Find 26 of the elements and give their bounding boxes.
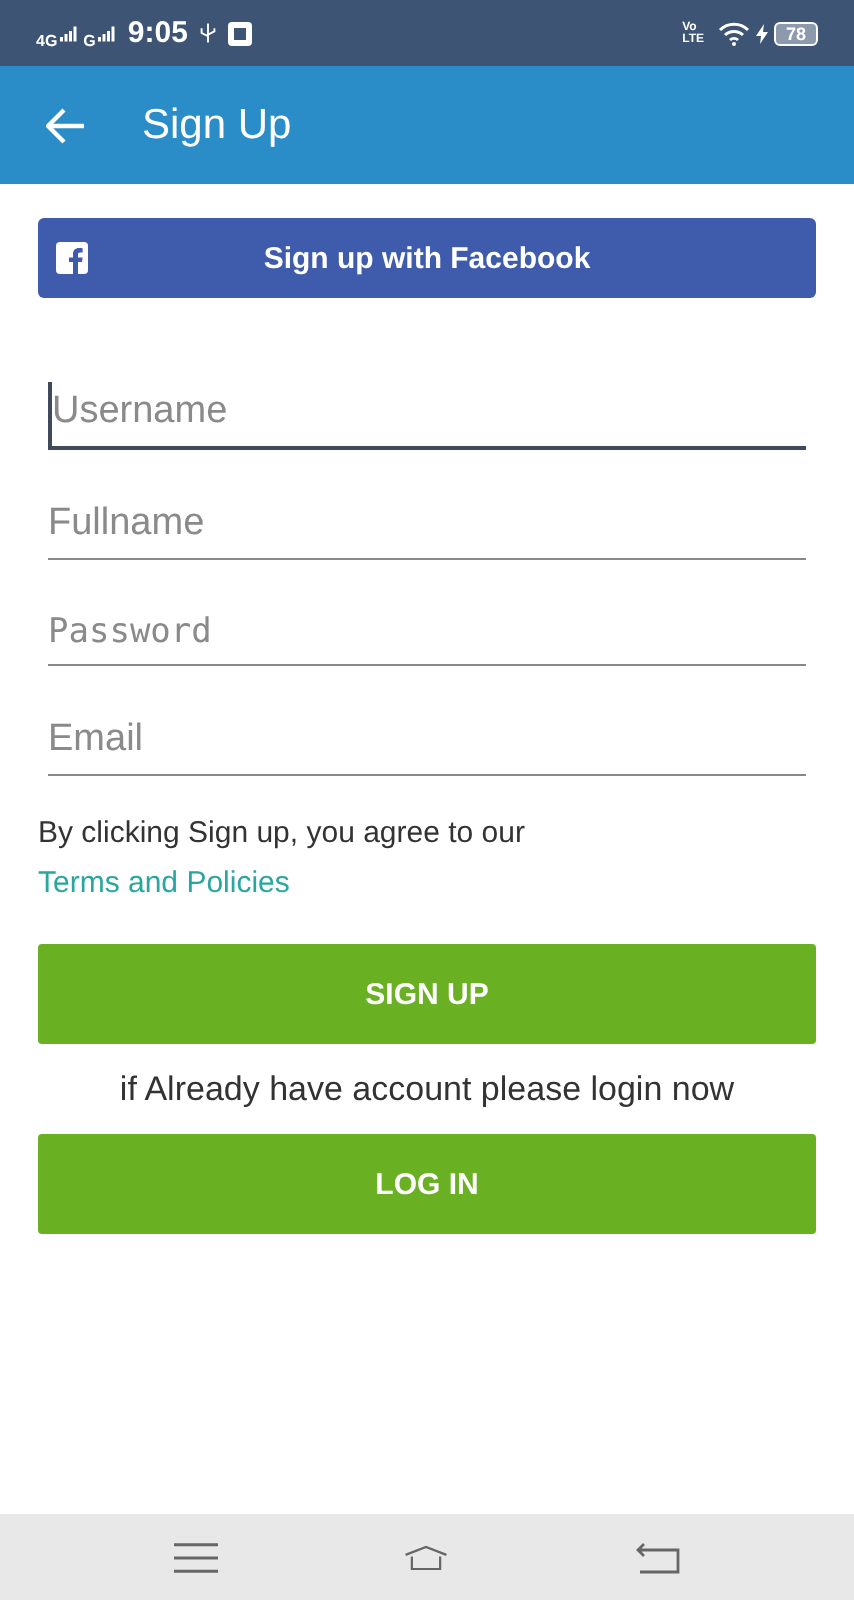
- login-button[interactable]: LOG IN: [38, 1134, 816, 1234]
- network-label: G: [83, 32, 96, 50]
- login-hint: if Already have account please login now: [117, 1070, 737, 1110]
- screen-title: Sign Up: [142, 101, 292, 149]
- signal-icon: [59, 25, 78, 41]
- back-arrow-icon[interactable]: [46, 107, 86, 143]
- signal-icon: [97, 25, 116, 41]
- network-label: 4G: [36, 32, 58, 50]
- usb-icon: [199, 22, 216, 44]
- menu-icon[interactable]: [173, 1541, 218, 1573]
- charging-icon: [755, 23, 768, 43]
- email-field[interactable]: Email: [48, 710, 806, 776]
- battery-level: 78: [773, 21, 818, 45]
- clock: 9:05: [127, 16, 188, 50]
- password-field[interactable]: Password: [48, 604, 806, 666]
- back-icon[interactable]: [636, 1541, 681, 1573]
- facebook-signup-button[interactable]: Sign up with Facebook: [38, 218, 816, 298]
- home-icon[interactable]: [404, 1541, 449, 1573]
- facebook-icon: [56, 242, 88, 274]
- text-field[interactable]: Fullname: [48, 494, 806, 560]
- terms-link[interactable]: Terms and Policies: [38, 866, 290, 900]
- text-field[interactable]: Username: [48, 382, 806, 450]
- terms-notice: By clicking Sign up, you agree to our: [38, 816, 527, 850]
- wifi-icon: [717, 21, 750, 45]
- signup-button[interactable]: SIGN UP: [38, 944, 816, 1044]
- app-icon: [227, 21, 252, 45]
